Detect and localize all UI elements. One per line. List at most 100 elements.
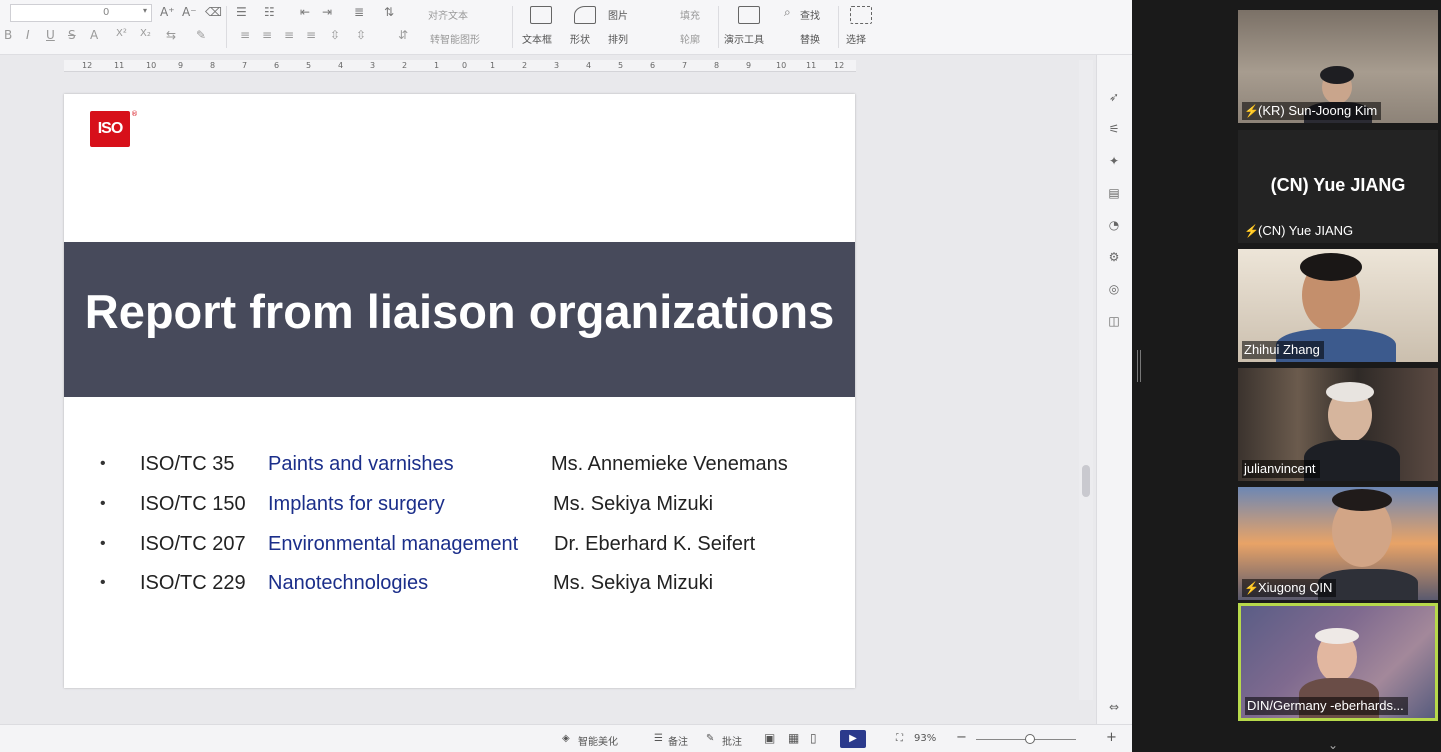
person-hair — [1300, 253, 1362, 281]
ruler-tick: 3 — [370, 61, 376, 70]
align-left-icon[interactable]: ≡ — [240, 28, 250, 42]
reading-view-icon[interactable]: ▯ — [810, 731, 817, 745]
comments-button[interactable]: 批注 — [722, 733, 742, 748]
participant-tile[interactable]: (CN) Yue JIANG ⚡(CN) Yue JIANG — [1238, 130, 1438, 243]
textbox-button[interactable]: 文本框 — [522, 31, 552, 46]
timer-icon[interactable]: ◔ — [1106, 218, 1122, 232]
smart-beautify-button[interactable]: 智能美化 — [578, 733, 618, 748]
play-slideshow-button[interactable]: ▶ — [840, 730, 866, 748]
convert-smartart-button[interactable]: 转智能图形 — [430, 31, 480, 46]
notes-icon[interactable]: ☰ — [654, 733, 663, 744]
zoom-in-button[interactable]: + — [1106, 730, 1117, 745]
decrease-indent-icon[interactable]: ⇤ — [300, 5, 310, 19]
scroll-thumb[interactable] — [1082, 465, 1090, 497]
italic-icon[interactable]: I — [26, 28, 30, 42]
underline-icon[interactable]: U — [46, 28, 55, 42]
rocket-icon[interactable]: ➶ — [1106, 90, 1122, 104]
distribute-icon[interactable]: ⇳ — [330, 28, 340, 42]
line-spacing-icon[interactable]: ⇅ — [384, 5, 394, 19]
comments-icon[interactable]: ✎ — [706, 733, 714, 744]
layout-icon[interactable]: ▤ — [1106, 186, 1122, 200]
paragraph-spacing-icon[interactable]: ⇵ — [398, 28, 408, 42]
liaison-row[interactable]: • ISO/TC 207 Environmental management Dr… — [64, 529, 855, 559]
textbox-icon[interactable] — [530, 6, 552, 24]
present-tools-button[interactable]: 演示工具 — [724, 31, 764, 46]
justify-icon[interactable]: ≡ — [306, 28, 316, 42]
select-button[interactable]: 选择 — [846, 31, 866, 46]
sorter-view-icon[interactable]: ▦ — [788, 731, 799, 745]
column-icon[interactable]: ⇳ — [356, 28, 366, 42]
settings-panel-icon[interactable]: ⚙ — [1106, 250, 1122, 264]
vertical-scrollbar[interactable] — [1079, 60, 1093, 700]
present-tools-icon[interactable] — [738, 6, 760, 24]
zoom-level[interactable]: 93% — [914, 733, 936, 744]
numbered-list-icon[interactable]: ☷ — [264, 5, 275, 19]
person-hair — [1320, 66, 1354, 84]
liaison-row[interactable]: • ISO/TC 150 Implants for surgery Ms. Se… — [64, 489, 855, 519]
shape-button[interactable]: 形状 — [570, 31, 590, 46]
muted-mic-icon: ⚡ — [1244, 581, 1259, 595]
book-icon[interactable]: ◫ — [1106, 314, 1122, 328]
bullet: • — [100, 574, 106, 591]
bold-icon[interactable]: B — [4, 28, 12, 42]
ribbon-toolbar: 0 ▾ A⁺ A⁻ ⌫ ☰ ☷ ⇤ ⇥ ≣ ⇅ 对齐文本 B I U S A X… — [0, 0, 1132, 55]
participant-tile[interactable]: ⚡Xiugong QIN — [1238, 487, 1438, 600]
participant-tile[interactable]: julianvincent — [1238, 368, 1438, 481]
find-icon[interactable]: ⌕ — [784, 5, 791, 20]
smart-beautify-icon[interactable]: ◈ — [562, 733, 570, 744]
zoom-slider-knob[interactable] — [1025, 734, 1035, 744]
participant-tile[interactable]: ⚡(KR) Sun-Joong Kim — [1238, 10, 1438, 123]
strikethrough-icon[interactable]: S — [68, 28, 76, 42]
liaison-row[interactable]: • ISO/TC 229 Nanotechnologies Ms. Sekiya… — [64, 568, 855, 598]
subscript-icon[interactable]: X₂ — [140, 28, 151, 39]
font-color-icon[interactable]: A — [90, 28, 98, 42]
find-button[interactable]: 查找 — [800, 7, 820, 22]
separator — [718, 6, 719, 48]
bullet-list-icon[interactable]: ☰ — [236, 5, 247, 19]
ruler-tick: 1 — [490, 61, 496, 70]
shape-icon[interactable] — [574, 6, 596, 24]
resize-handle[interactable] — [1137, 350, 1141, 382]
shrink-font-icon[interactable]: A⁻ — [182, 5, 197, 19]
horizontal-ruler[interactable]: 12 11 10 9 8 7 6 5 4 3 2 1 0 1 2 3 4 5 6… — [64, 60, 856, 72]
superscript-icon[interactable]: X² — [116, 28, 127, 39]
ruler-tick: 2 — [402, 61, 408, 70]
font-size-dropdown-icon[interactable]: ▾ — [143, 6, 147, 15]
fit-window-icon[interactable]: ⛶ — [896, 733, 903, 744]
grow-font-icon[interactable]: A⁺ — [160, 5, 175, 19]
picture-button[interactable]: 图片 — [608, 7, 628, 22]
font-size-box[interactable]: 0 — [10, 4, 152, 22]
text-direction-icon[interactable]: ≣ — [354, 5, 364, 19]
registered-mark: ® — [131, 110, 138, 118]
sliders-icon[interactable]: ⚟ — [1106, 122, 1122, 136]
align-text-button[interactable]: 对齐文本 — [428, 7, 468, 22]
bullet: • — [100, 535, 106, 552]
char-spacing-icon[interactable]: ⇆ — [166, 28, 176, 42]
increase-indent-icon[interactable]: ⇥ — [322, 5, 332, 19]
clear-format-icon[interactable]: ⌫ — [205, 5, 222, 19]
highlight-icon[interactable]: ✎ — [196, 28, 206, 42]
slide-canvas[interactable]: ISO ® Report from liaison organizations … — [64, 94, 855, 688]
location-icon[interactable]: ◎ — [1106, 282, 1122, 296]
pin-icon[interactable]: ✦ — [1106, 154, 1122, 168]
participant-tile[interactable]: Zhihui Zhang — [1238, 249, 1438, 362]
select-icon[interactable] — [850, 6, 872, 24]
chevron-down-icon[interactable]: ⌄ — [1328, 738, 1338, 752]
replace-button[interactable]: 替换 — [800, 31, 820, 46]
align-right-icon[interactable]: ≡ — [284, 28, 294, 42]
notes-button[interactable]: 备注 — [668, 733, 688, 748]
expand-icon[interactable]: ⇔ — [1106, 700, 1122, 714]
ruler-tick: 11 — [806, 61, 817, 70]
ruler-tick: 7 — [242, 61, 248, 70]
outline-button[interactable]: 轮廓 — [680, 31, 700, 46]
ruler-tick: 10 — [146, 61, 157, 70]
align-center-icon[interactable]: ≡ — [262, 28, 272, 42]
liaison-row[interactable]: • ISO/TC 35 Paints and varnishes Ms. Ann… — [64, 449, 855, 479]
arrange-button[interactable]: 排列 — [608, 31, 628, 46]
zoom-out-button[interactable]: − — [956, 730, 967, 745]
normal-view-icon[interactable]: ▣ — [764, 731, 775, 745]
participant-tile-active-speaker[interactable]: DIN/Germany -eberhards... — [1238, 603, 1438, 721]
fill-button[interactable]: 填充 — [680, 7, 700, 22]
ruler-tick: 10 — [776, 61, 787, 70]
slide-title[interactable]: Report from liaison organizations — [64, 284, 855, 339]
